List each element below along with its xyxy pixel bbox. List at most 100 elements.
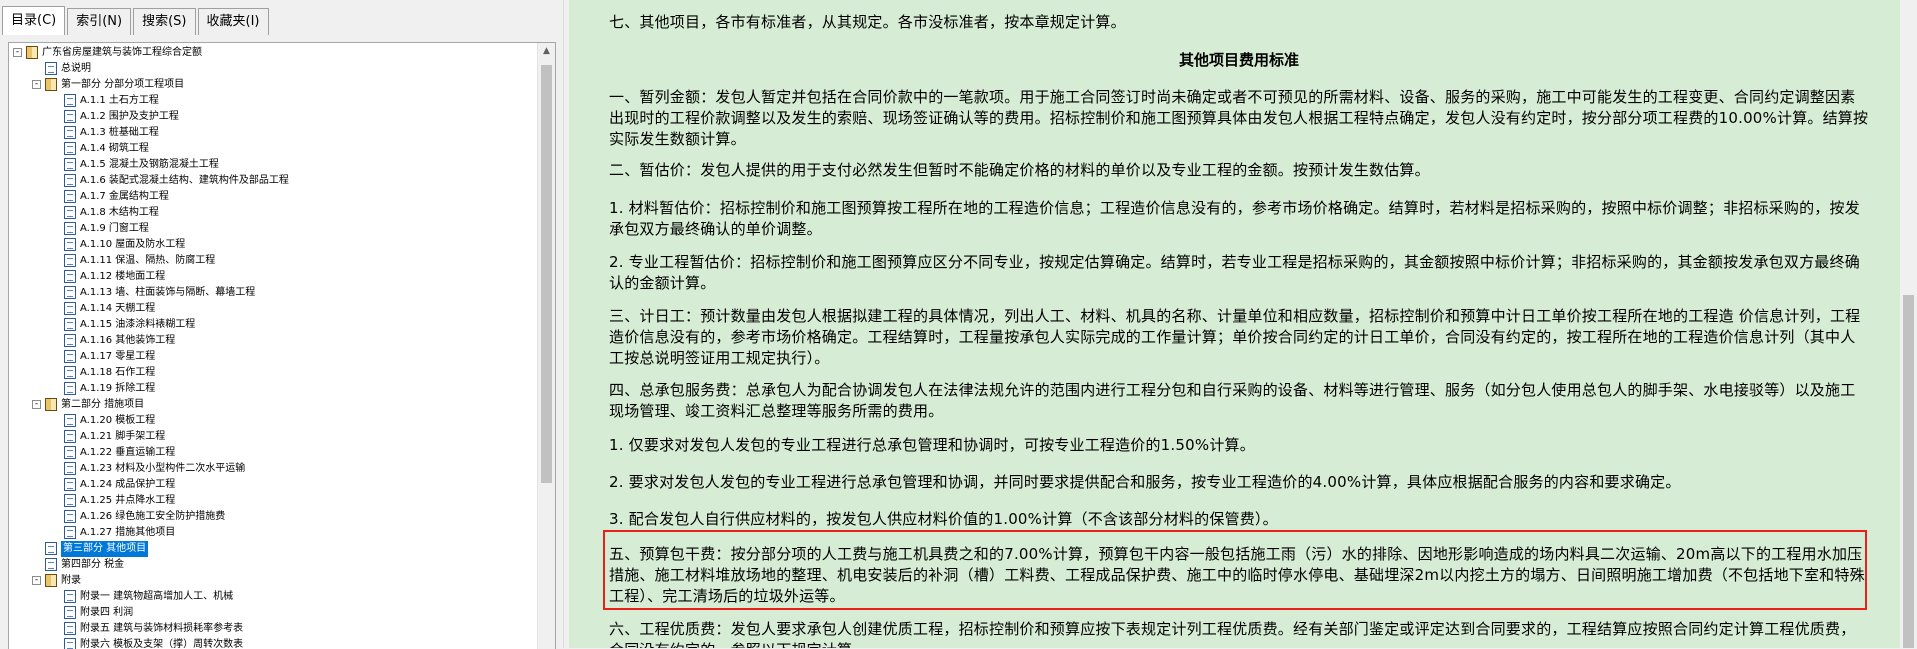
- tree-item-label: A.1.11 保温、隔热、防腐工程: [80, 255, 216, 266]
- collapse-toggle-icon[interactable]: -: [32, 400, 41, 409]
- tree-item-label: 附录五 建筑与装饰材料损耗率参考表: [80, 623, 244, 634]
- tree-item[interactable]: A.1.7 金属结构工程: [9, 189, 533, 205]
- document-icon: [64, 158, 76, 171]
- document-icon: [64, 238, 76, 251]
- document-icon: [64, 510, 76, 523]
- tree-item-label: 第一部分 分部分项工程项目: [61, 79, 185, 90]
- book-icon: [45, 574, 57, 587]
- tree-item[interactable]: 附录一 建筑物超高增加人工、机械: [9, 589, 533, 605]
- document-icon: [64, 270, 76, 283]
- tree-item[interactable]: 总说明: [9, 61, 533, 77]
- intro-paragraph: 七、其他项目，各市有标准者，从其规定。各市没标准者，按本章规定计算。: [609, 13, 1126, 31]
- tree-item-label: A.1.9 门窗工程: [80, 223, 149, 234]
- tree-scrollbar[interactable]: ▲: [537, 43, 555, 649]
- tree-item-label: A.1.5 混凝土及钢筋混凝土工程: [80, 159, 219, 170]
- tree-item[interactable]: A.1.22 垂直运输工程: [9, 445, 533, 461]
- contents-tree-panel: - 广东省房屋建筑与装饰工程综合定额总说明 - 第一部分 分部分项工程项目 A.1.1 …: [8, 42, 556, 649]
- tree-item-label: 总说明: [61, 63, 91, 74]
- document-icon: [64, 334, 76, 347]
- tree-item[interactable]: A.1.18 石作工程: [9, 365, 533, 381]
- tree-item[interactable]: A.1.20 模板工程: [9, 413, 533, 429]
- tree-item[interactable]: A.1.8 木结构工程: [9, 205, 533, 221]
- tree-item[interactable]: A.1.23 材料及小型构件二次水平运输: [9, 461, 533, 477]
- tree-item-label: A.1.1 土石方工程: [80, 95, 159, 106]
- tree-item[interactable]: A.1.24 成品保护工程: [9, 477, 533, 493]
- document-icon: [64, 590, 76, 603]
- tab-contents[interactable]: 目录(C): [2, 6, 66, 35]
- tree-item[interactable]: A.1.6 装配式混凝土结构、建筑构件及部品工程: [9, 173, 533, 189]
- tree-item[interactable]: - 广东省房屋建筑与装饰工程综合定额: [9, 45, 533, 61]
- collapse-toggle-icon[interactable]: -: [13, 48, 22, 57]
- tree-item[interactable]: 附录四 利润: [9, 605, 533, 621]
- tree-item-label: A.1.6 装配式混凝土结构、建筑构件及部品工程: [80, 175, 289, 186]
- document-icon: [64, 318, 76, 331]
- book-icon: [45, 78, 57, 91]
- contents-tree: - 广东省房屋建筑与装饰工程综合定额总说明 - 第一部分 分部分项工程项目 A.1.1 …: [9, 45, 533, 649]
- book-icon: [26, 46, 38, 59]
- document-icon: [64, 446, 76, 459]
- tree-item[interactable]: A.1.12 楼地面工程: [9, 269, 533, 285]
- tree-item[interactable]: A.1.16 其他装饰工程: [9, 333, 533, 349]
- highlight-annotation-box: [603, 530, 1867, 610]
- tab-index[interactable]: 索引(N): [67, 8, 132, 35]
- document-icon: [64, 190, 76, 203]
- tree-scrollbar-thumb[interactable]: [541, 65, 552, 483]
- tree-item-label: A.1.20 模板工程: [80, 415, 156, 426]
- document-icon: [64, 126, 76, 139]
- tree-item[interactable]: A.1.25 井点降水工程: [9, 493, 533, 509]
- tree-item[interactable]: - 第二部分 措施项目: [9, 397, 533, 413]
- tree-item[interactable]: A.1.21 脚手架工程: [9, 429, 533, 445]
- tree-item[interactable]: 第四部分 税金: [9, 557, 533, 573]
- tree-item[interactable]: A.1.9 门窗工程: [9, 221, 533, 237]
- quality-fee-paragraph: 六、工程优质费：发包人要求承包人创建优质工程，招标控制价和预算应按下表规定计列工…: [609, 620, 1856, 648]
- contract-fee-item-3: 3. 配合发包人自行供应材料的，按发包人供应材料价值的1.00%计算（不含该部分…: [609, 510, 1278, 528]
- tree-item[interactable]: A.1.13 墙、柱面装饰与隔断、幕墙工程: [9, 285, 533, 301]
- document-icon: [64, 494, 76, 507]
- document-icon: [45, 62, 57, 75]
- document-icon: [64, 526, 76, 539]
- tree-item[interactable]: A.1.5 混凝土及钢筋混凝土工程: [9, 157, 533, 173]
- tree-item-label: A.1.24 成品保护工程: [80, 479, 176, 490]
- tree-item[interactable]: A.1.17 零星工程: [9, 349, 533, 365]
- tree-item[interactable]: 第三部分 其他项目: [9, 541, 533, 557]
- tree-item[interactable]: A.1.11 保温、隔热、防腐工程: [9, 253, 533, 269]
- tree-item-label: A.1.8 木结构工程: [80, 207, 159, 218]
- tree-item[interactable]: A.1.26 绿色施工安全防护措施费: [9, 509, 533, 525]
- content-scrollbar[interactable]: [1900, 0, 1917, 648]
- document-icon: [45, 542, 57, 555]
- tree-item[interactable]: A.1.3 桩基础工程: [9, 125, 533, 141]
- daywork-paragraph: 三、计日工：预计数量由发包人根据拟建工程的具体情况，列出人工、材料、机具的名称、…: [609, 307, 1861, 367]
- document-icon: [64, 430, 76, 443]
- tree-item-label: A.1.21 脚手架工程: [80, 431, 166, 442]
- tree-item[interactable]: A.1.19 拆除工程: [9, 381, 533, 397]
- tree-item[interactable]: A.1.1 土石方工程: [9, 93, 533, 109]
- tree-item[interactable]: A.1.4 砌筑工程: [9, 141, 533, 157]
- scroll-up-arrow-icon[interactable]: ▲: [538, 43, 555, 60]
- tree-item[interactable]: - 附录: [9, 573, 533, 589]
- tree-item-label: 附录: [61, 575, 81, 586]
- tab-search[interactable]: 搜索(S): [133, 8, 196, 35]
- tree-item-label: A.1.13 墙、柱面装饰与隔断、幕墙工程: [80, 287, 256, 298]
- tree-item-label: A.1.4 砌筑工程: [80, 143, 149, 154]
- tree-item[interactable]: A.1.15 油漆涂料裱糊工程: [9, 317, 533, 333]
- document-icon: [64, 142, 76, 155]
- tree-item[interactable]: A.1.2 围护及支护工程: [9, 109, 533, 125]
- general-contract-fee-paragraph: 四、总承包服务费：总承包人为配合协调发包人在法律法规允许的范围内进行工程分包和自…: [609, 381, 1856, 420]
- collapse-toggle-icon[interactable]: -: [32, 576, 41, 585]
- nav-tabs: 目录(C) 索引(N) 搜索(S) 收藏夹(I): [2, 6, 271, 36]
- tree-item[interactable]: 附录五 建筑与装饰材料损耗率参考表: [9, 621, 533, 637]
- tree-item[interactable]: A.1.10 屋面及防水工程: [9, 237, 533, 253]
- collapse-toggle-icon[interactable]: -: [32, 80, 41, 89]
- tree-item[interactable]: A.1.27 措施其他项目: [9, 525, 533, 541]
- tree-item-label: A.1.26 绿色施工安全防护措施费: [80, 511, 226, 522]
- tree-item-label: A.1.23 材料及小型构件二次水平运输: [80, 463, 246, 474]
- tab-favorites[interactable]: 收藏夹(I): [197, 8, 269, 35]
- tree-item[interactable]: 附录六 模板及支架（撑）周转次数表: [9, 637, 533, 649]
- tree-item[interactable]: A.1.14 天棚工程: [9, 301, 533, 317]
- professional-provisional-paragraph: 2. 专业工程暂估价：招标控制价和施工图预算应区分不同专业，按规定估算确定。结算…: [609, 253, 1860, 292]
- tree-item[interactable]: - 第一部分 分部分项工程项目: [9, 77, 533, 93]
- content-scrollbar-thumb[interactable]: [1903, 295, 1914, 648]
- document-icon: [45, 558, 57, 571]
- tree-item-label: A.1.14 天棚工程: [80, 303, 156, 314]
- provisional-price-paragraph: 二、暂估价：发包人提供的用于支付必然发生但暂时不能确定价格的材料的单价以及专业工…: [609, 161, 1430, 179]
